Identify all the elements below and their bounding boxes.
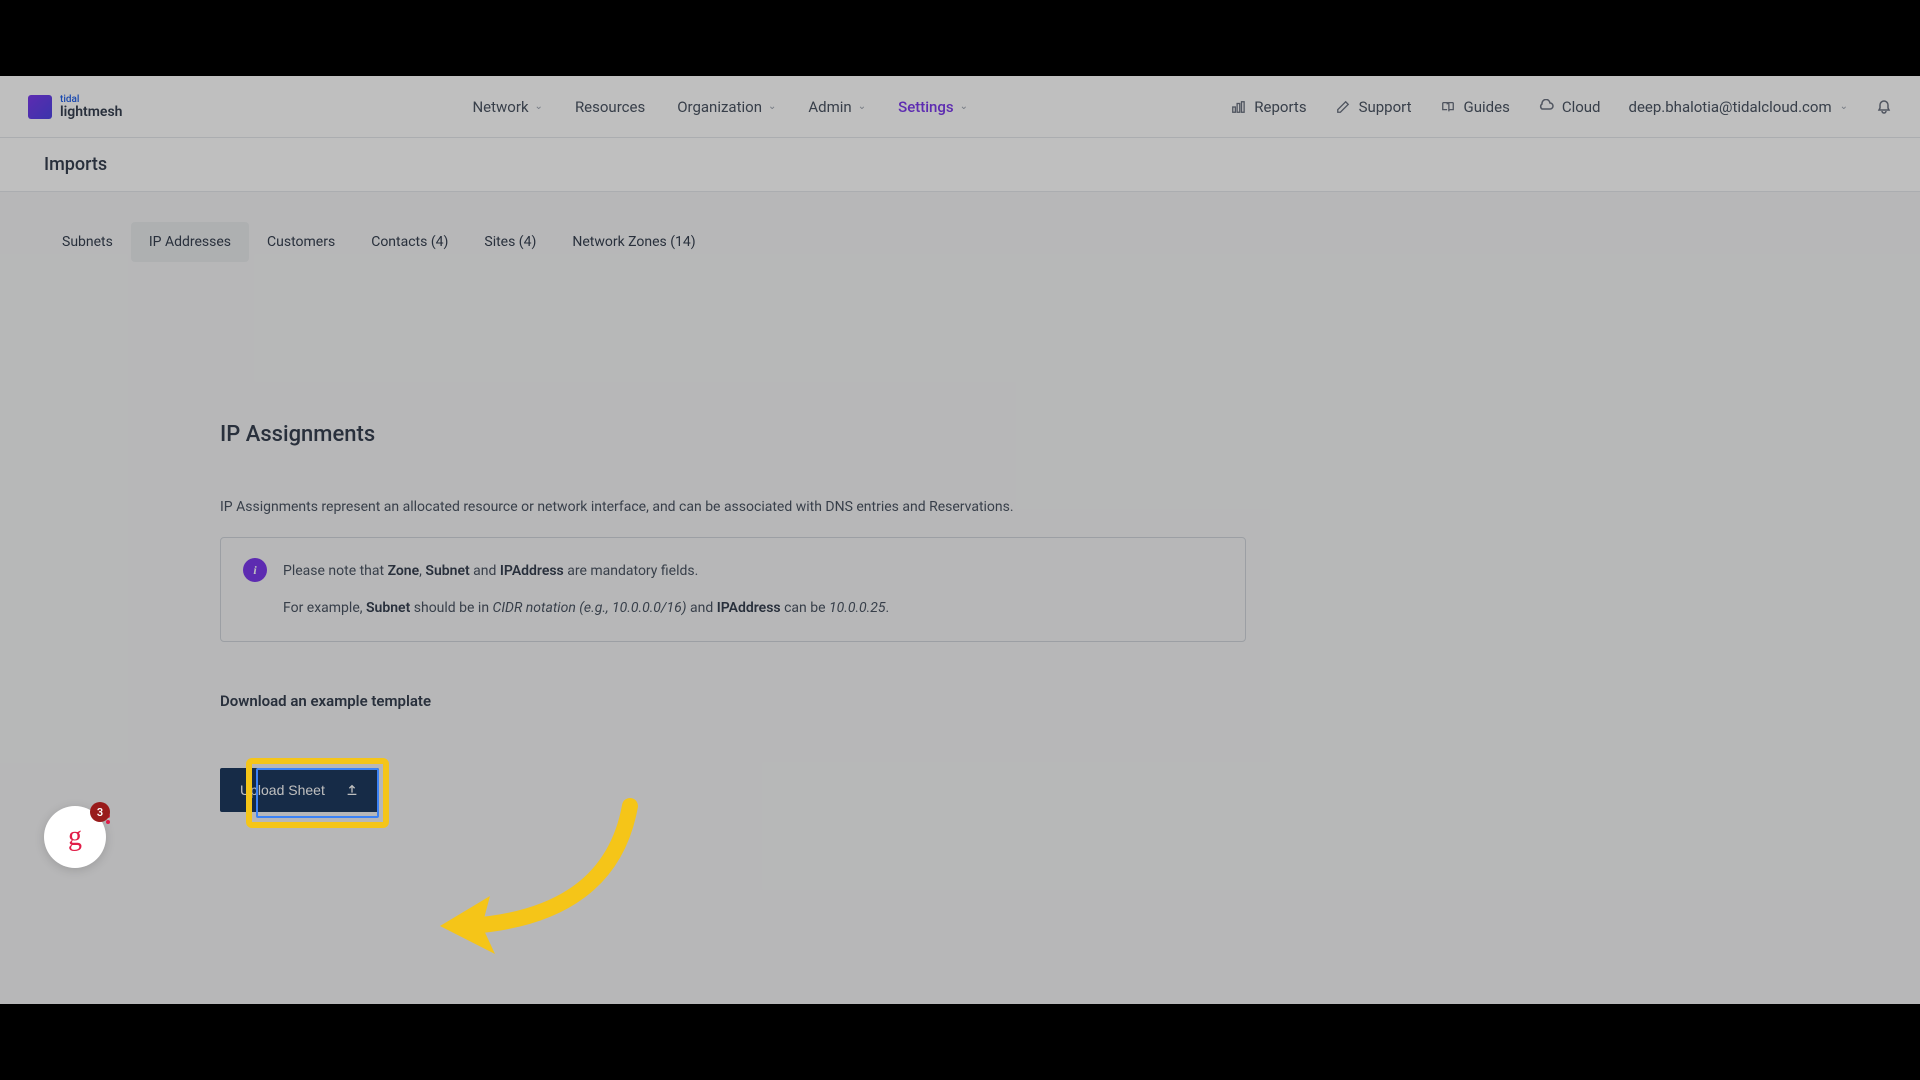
tab-contacts[interactable]: Contacts (4) bbox=[353, 222, 466, 262]
info-callout: i Please note that Zone, Subnet and IPAd… bbox=[220, 537, 1246, 642]
nav-reports[interactable]: Reports bbox=[1230, 98, 1306, 116]
page-title: Imports bbox=[44, 154, 107, 175]
nav-resources[interactable]: Resources bbox=[575, 98, 645, 116]
tab-network-zones[interactable]: Network Zones (14) bbox=[554, 222, 713, 262]
book-icon bbox=[1440, 99, 1456, 115]
nav-user-menu[interactable]: deep.bhalotia@tidalcloud.com ⌄ bbox=[1629, 98, 1848, 116]
nav-settings[interactable]: Settings ⌄ bbox=[898, 98, 968, 116]
pencil-icon bbox=[1335, 99, 1351, 115]
chart-icon bbox=[1230, 99, 1246, 115]
chevron-down-icon: ⌄ bbox=[768, 101, 776, 112]
logo-brand-bottom: lightmesh bbox=[60, 105, 122, 119]
page-header: Imports bbox=[0, 138, 1920, 192]
upload-sheet-label: Upload Sheet bbox=[240, 782, 325, 798]
top-navigation: tidal lightmesh Network ⌄ Resources Orga… bbox=[0, 76, 1920, 138]
logo[interactable]: tidal lightmesh bbox=[28, 95, 122, 119]
tab-ip-addresses[interactable]: IP Addresses bbox=[131, 222, 249, 262]
chevron-down-icon: ⌄ bbox=[960, 101, 968, 112]
cloud-icon bbox=[1538, 99, 1554, 115]
chevron-down-icon: ⌄ bbox=[1840, 101, 1848, 112]
info-text: Please note that Zone, Subnet and IPAddr… bbox=[283, 558, 889, 621]
info-icon: i bbox=[243, 558, 267, 582]
tab-sites[interactable]: Sites (4) bbox=[466, 222, 554, 262]
nav-admin[interactable]: Admin ⌄ bbox=[808, 98, 866, 116]
chevron-down-icon: ⌄ bbox=[858, 101, 866, 112]
nav-network[interactable]: Network ⌄ bbox=[472, 98, 542, 116]
tab-customers[interactable]: Customers bbox=[249, 222, 353, 262]
main-content: IP Assignments IP Assignments represent … bbox=[0, 262, 1920, 812]
help-widget-badge: 3 bbox=[90, 802, 110, 822]
download-template-link[interactable]: Download an example template bbox=[220, 692, 1700, 710]
bell-icon bbox=[1876, 99, 1892, 115]
nav-cloud[interactable]: Cloud bbox=[1538, 98, 1601, 116]
help-widget[interactable]: g 3 bbox=[44, 806, 106, 868]
chevron-down-icon: ⌄ bbox=[535, 101, 543, 112]
tabs: Subnets IP Addresses Customers Contacts … bbox=[0, 192, 1920, 262]
logo-icon bbox=[28, 95, 52, 119]
nav-support[interactable]: Support bbox=[1335, 98, 1412, 116]
section-description: IP Assignments represent an allocated re… bbox=[220, 499, 1700, 515]
nav-organization[interactable]: Organization ⌄ bbox=[677, 98, 776, 116]
upload-icon bbox=[345, 783, 359, 797]
upload-sheet-button[interactable]: Upload Sheet bbox=[220, 768, 379, 812]
tab-subnets[interactable]: Subnets bbox=[44, 222, 131, 262]
help-widget-letter: g bbox=[68, 821, 82, 853]
annotation-arrow bbox=[410, 786, 650, 970]
nav-guides[interactable]: Guides bbox=[1440, 98, 1510, 116]
nav-notifications[interactable] bbox=[1876, 99, 1892, 115]
logo-brand-top: tidal bbox=[60, 95, 122, 105]
section-title: IP Assignments bbox=[220, 422, 1700, 447]
